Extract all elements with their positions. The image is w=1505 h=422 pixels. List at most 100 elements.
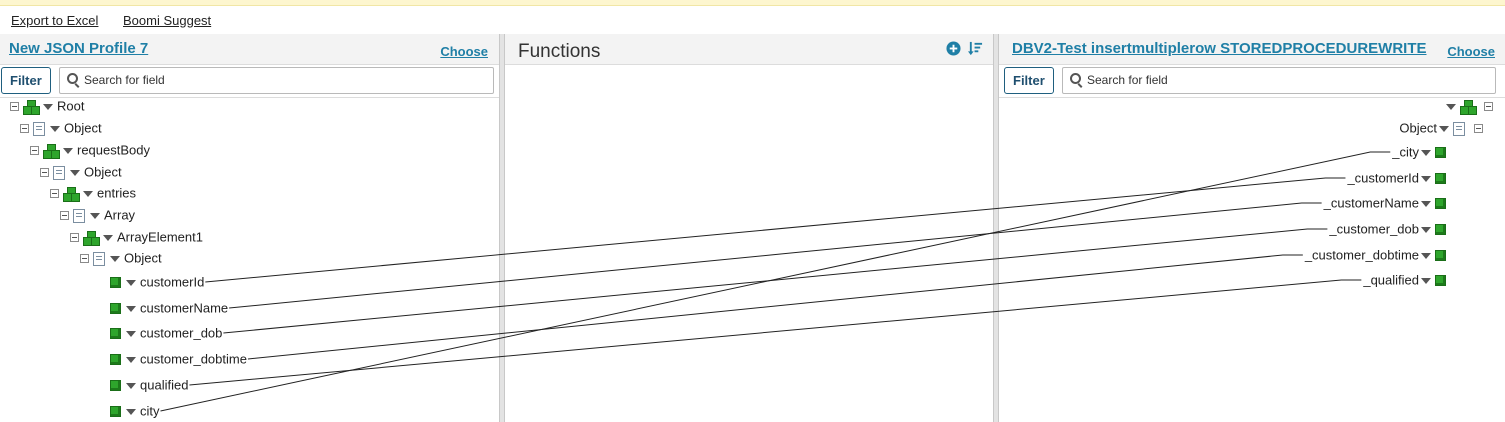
destination-node-row[interactable]: Object xyxy=(1399,118,1483,138)
destination-node-row[interactable] xyxy=(1444,96,1493,116)
source-field-row[interactable]: city xyxy=(110,401,160,421)
node-menu-caret-icon[interactable] xyxy=(103,234,113,241)
node-menu-caret-icon[interactable] xyxy=(83,190,93,197)
source-field-row[interactable]: customerId xyxy=(110,272,204,292)
object-icon xyxy=(73,208,85,223)
node-menu-caret-icon[interactable] xyxy=(126,279,136,286)
sort-icon[interactable] xyxy=(968,41,983,60)
node-menu-caret-icon[interactable] xyxy=(126,330,136,337)
node-menu-caret-icon[interactable] xyxy=(1439,125,1449,132)
node-label: _customer_dobtime xyxy=(1304,247,1419,263)
collapse-toggle-icon[interactable] xyxy=(10,102,19,112)
node-label: city xyxy=(140,403,160,419)
collapse-toggle-icon[interactable] xyxy=(70,233,79,243)
plus-circle-icon[interactable] xyxy=(946,41,965,60)
collapse-toggle-icon[interactable] xyxy=(40,168,49,178)
export-to-excel-link[interactable]: Export to Excel xyxy=(11,13,98,28)
node-menu-caret-icon[interactable] xyxy=(43,103,53,110)
collapse-toggle-icon[interactable] xyxy=(1484,102,1493,112)
node-menu-caret-icon[interactable] xyxy=(126,356,136,363)
destination-choose-link[interactable]: Choose xyxy=(1447,44,1495,59)
search-icon xyxy=(67,73,78,84)
element-group-icon xyxy=(63,186,80,202)
node-label: customer_dobtime xyxy=(140,351,247,367)
source-node-row[interactable]: Root xyxy=(10,96,84,116)
element-group-icon xyxy=(83,230,100,246)
source-filter-button[interactable]: Filter xyxy=(1,67,51,94)
destination-field-row[interactable]: _customer_dob xyxy=(1329,219,1449,239)
node-menu-caret-icon[interactable] xyxy=(126,305,136,312)
collapse-toggle-icon[interactable] xyxy=(50,189,59,199)
source-node-row[interactable]: entries xyxy=(50,183,136,203)
boomi-suggest-link[interactable]: Boomi Suggest xyxy=(123,13,211,28)
node-label: Array xyxy=(104,207,136,223)
source-field-row[interactable]: qualified xyxy=(110,375,188,395)
object-icon xyxy=(93,251,105,266)
collapse-toggle-icon[interactable] xyxy=(1474,124,1483,134)
destination-filter-button[interactable]: Filter xyxy=(1004,67,1054,94)
collapse-toggle-icon[interactable] xyxy=(60,211,69,221)
source-node-row[interactable]: Object xyxy=(80,248,162,268)
node-label: Object xyxy=(124,250,162,266)
functions-panel: Functions xyxy=(505,34,993,422)
source-field-row[interactable]: customer_dobtime xyxy=(110,349,247,369)
collapse-toggle-icon[interactable] xyxy=(20,124,29,134)
source-choose-link[interactable]: Choose xyxy=(440,44,488,59)
node-label: customerName xyxy=(140,300,229,316)
source-search-box xyxy=(59,67,494,94)
node-menu-caret-icon[interactable] xyxy=(1421,149,1431,156)
node-menu-caret-icon[interactable] xyxy=(50,125,60,132)
field-icon xyxy=(1435,198,1446,210)
collapse-toggle-icon[interactable] xyxy=(80,254,89,264)
node-label: qualified xyxy=(140,377,189,393)
source-field-row[interactable]: customer_dob xyxy=(110,323,222,343)
node-label: _customer_dob xyxy=(1329,221,1419,237)
destination-search-input[interactable] xyxy=(1085,72,1457,88)
field-icon xyxy=(1435,147,1446,159)
field-icon xyxy=(1435,224,1446,236)
destination-field-row[interactable]: _qualified xyxy=(1363,270,1449,290)
source-node-row[interactable]: Object xyxy=(20,118,102,138)
object-icon xyxy=(1453,121,1465,136)
node-menu-caret-icon[interactable] xyxy=(126,382,136,389)
destination-search-box xyxy=(1062,67,1496,94)
node-label: Object xyxy=(64,120,102,136)
top-toolbar: Export to Excel Boomi Suggest xyxy=(0,6,1505,34)
destination-profile-header: DBV2-Test insertmultiplerow STOREDPROCED… xyxy=(999,34,1505,65)
functions-actions xyxy=(943,41,983,60)
node-menu-caret-icon[interactable] xyxy=(1421,277,1431,284)
source-profile-title[interactable]: New JSON Profile 7 xyxy=(9,40,409,57)
destination-field-row[interactable]: _customerId xyxy=(1347,168,1449,188)
destination-field-row[interactable]: _customer_dobtime xyxy=(1305,245,1449,265)
node-menu-caret-icon[interactable] xyxy=(1421,200,1431,207)
node-menu-caret-icon[interactable] xyxy=(63,147,73,154)
node-menu-caret-icon[interactable] xyxy=(1421,175,1431,182)
field-icon xyxy=(1435,275,1446,287)
source-search-input[interactable] xyxy=(82,72,455,88)
node-label: Object xyxy=(84,164,122,180)
node-label: Object xyxy=(1399,120,1437,136)
source-node-row[interactable]: Array xyxy=(60,205,135,225)
destination-filter-row: Filter xyxy=(999,65,1505,98)
node-menu-caret-icon[interactable] xyxy=(90,212,100,219)
source-node-row[interactable]: requestBody xyxy=(30,140,150,160)
node-menu-caret-icon[interactable] xyxy=(1446,103,1456,110)
destination-profile-title[interactable]: DBV2-Test insertmultiplerow STOREDPROCED… xyxy=(1012,40,1432,57)
node-label: customer_dob xyxy=(140,325,223,341)
node-label: customerId xyxy=(140,274,205,290)
node-menu-caret-icon[interactable] xyxy=(126,408,136,415)
node-menu-caret-icon[interactable] xyxy=(1421,226,1431,233)
node-menu-caret-icon[interactable] xyxy=(70,169,80,176)
functions-title: Functions xyxy=(518,41,601,62)
node-menu-caret-icon[interactable] xyxy=(1421,252,1431,259)
source-node-row[interactable]: ArrayElement1 xyxy=(70,227,203,247)
source-field-row[interactable]: customerName xyxy=(110,298,228,318)
node-menu-caret-icon[interactable] xyxy=(110,255,120,262)
collapse-toggle-icon[interactable] xyxy=(30,146,39,156)
node-label: requestBody xyxy=(77,142,150,158)
source-node-row[interactable]: Object xyxy=(40,162,122,182)
destination-field-row[interactable]: _customerName xyxy=(1324,193,1449,213)
field-icon xyxy=(110,303,121,315)
destination-field-row[interactable]: _city xyxy=(1392,142,1449,162)
node-label: _customerName xyxy=(1323,195,1419,211)
